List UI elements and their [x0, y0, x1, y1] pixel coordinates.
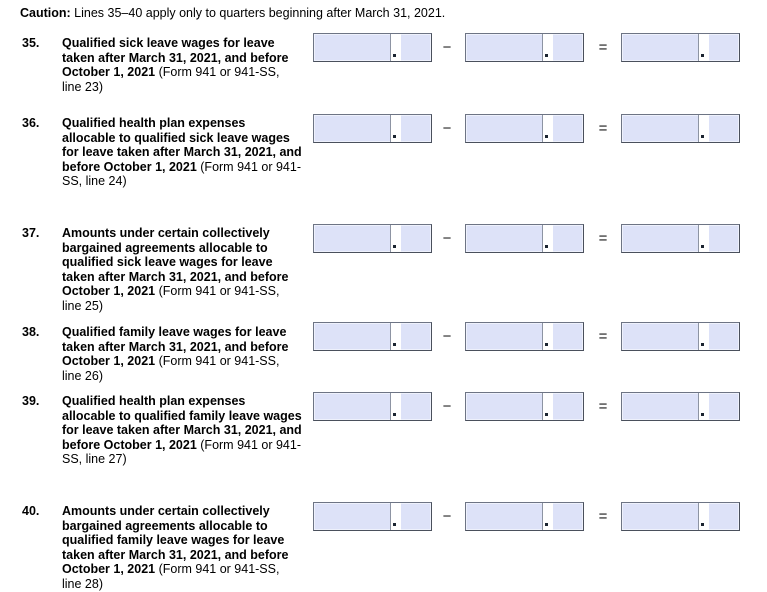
- decimal-separator: [698, 115, 709, 142]
- equals-operator: =: [598, 120, 608, 137]
- decimal-separator: [390, 225, 401, 252]
- decimal-point-icon: [393, 54, 396, 57]
- amount-input-3[interactable]: [621, 114, 740, 143]
- line-number: 39.: [22, 394, 40, 408]
- amount-input-1[interactable]: [313, 114, 432, 143]
- decimal-point-icon: [393, 523, 396, 526]
- decimal-point-icon: [545, 245, 548, 248]
- line-description: Amounts under certain collectively barga…: [62, 504, 302, 591]
- amount-input-3[interactable]: [621, 502, 740, 531]
- decimal-point-icon: [393, 245, 396, 248]
- decimal-point-icon: [701, 343, 704, 346]
- decimal-point-icon: [701, 413, 704, 416]
- amount-input-3[interactable]: [621, 33, 740, 62]
- minus-operator: −: [442, 508, 452, 525]
- decimal-point-icon: [701, 245, 704, 248]
- line-description: Amounts under certain collectively barga…: [62, 226, 302, 313]
- amount-input-3[interactable]: [621, 322, 740, 351]
- decimal-point-icon: [545, 413, 548, 416]
- equals-operator: =: [598, 508, 608, 525]
- decimal-separator: [390, 34, 401, 61]
- amount-input-2[interactable]: [465, 502, 584, 531]
- decimal-separator: [542, 393, 553, 420]
- decimal-point-icon: [393, 413, 396, 416]
- equals-operator: =: [598, 39, 608, 56]
- worksheet-lines: 35. Qualified sick leave wages for leave …: [0, 0, 767, 592]
- decimal-separator: [698, 393, 709, 420]
- decimal-point-icon: [545, 135, 548, 138]
- line-number: 37.: [22, 226, 40, 240]
- decimal-point-icon: [701, 523, 704, 526]
- equals-operator: =: [598, 328, 608, 345]
- line-number: 38.: [22, 325, 40, 339]
- amount-input-2[interactable]: [465, 322, 584, 351]
- decimal-point-icon: [701, 135, 704, 138]
- equals-operator: =: [598, 230, 608, 247]
- amount-input-1[interactable]: [313, 392, 432, 421]
- minus-operator: −: [442, 39, 452, 56]
- decimal-separator: [390, 503, 401, 530]
- amount-input-3[interactable]: [621, 392, 740, 421]
- decimal-point-icon: [393, 343, 396, 346]
- decimal-separator: [542, 34, 553, 61]
- decimal-separator: [698, 323, 709, 350]
- decimal-separator: [390, 393, 401, 420]
- decimal-separator: [542, 323, 553, 350]
- decimal-separator: [698, 503, 709, 530]
- amount-input-2[interactable]: [465, 114, 584, 143]
- minus-operator: −: [442, 328, 452, 345]
- decimal-point-icon: [545, 523, 548, 526]
- decimal-separator: [698, 34, 709, 61]
- line-description: Qualified sick leave wages for leave tak…: [62, 36, 302, 94]
- amount-input-2[interactable]: [465, 33, 584, 62]
- decimal-point-icon: [701, 54, 704, 57]
- amount-input-1[interactable]: [313, 33, 432, 62]
- amount-input-1[interactable]: [313, 322, 432, 351]
- line-number: 40.: [22, 504, 40, 518]
- line-description: Qualified health plan expenses allocable…: [62, 116, 302, 189]
- amount-input-2[interactable]: [465, 224, 584, 253]
- decimal-point-icon: [545, 54, 548, 57]
- minus-operator: −: [442, 230, 452, 247]
- minus-operator: −: [442, 120, 452, 137]
- amount-input-3[interactable]: [621, 224, 740, 253]
- decimal-separator: [542, 225, 553, 252]
- amount-input-1[interactable]: [313, 502, 432, 531]
- decimal-separator: [390, 115, 401, 142]
- line-number: 35.: [22, 36, 40, 50]
- decimal-separator: [698, 225, 709, 252]
- line-number: 36.: [22, 116, 40, 130]
- equals-operator: =: [598, 398, 608, 415]
- decimal-point-icon: [545, 343, 548, 346]
- amount-input-1[interactable]: [313, 224, 432, 253]
- line-description: Qualified family leave wages for leave t…: [62, 325, 302, 383]
- minus-operator: −: [442, 398, 452, 415]
- decimal-point-icon: [393, 135, 396, 138]
- line-description: Qualified health plan expenses allocable…: [62, 394, 302, 467]
- decimal-separator: [390, 323, 401, 350]
- amount-input-2[interactable]: [465, 392, 584, 421]
- decimal-separator: [542, 115, 553, 142]
- decimal-separator: [542, 503, 553, 530]
